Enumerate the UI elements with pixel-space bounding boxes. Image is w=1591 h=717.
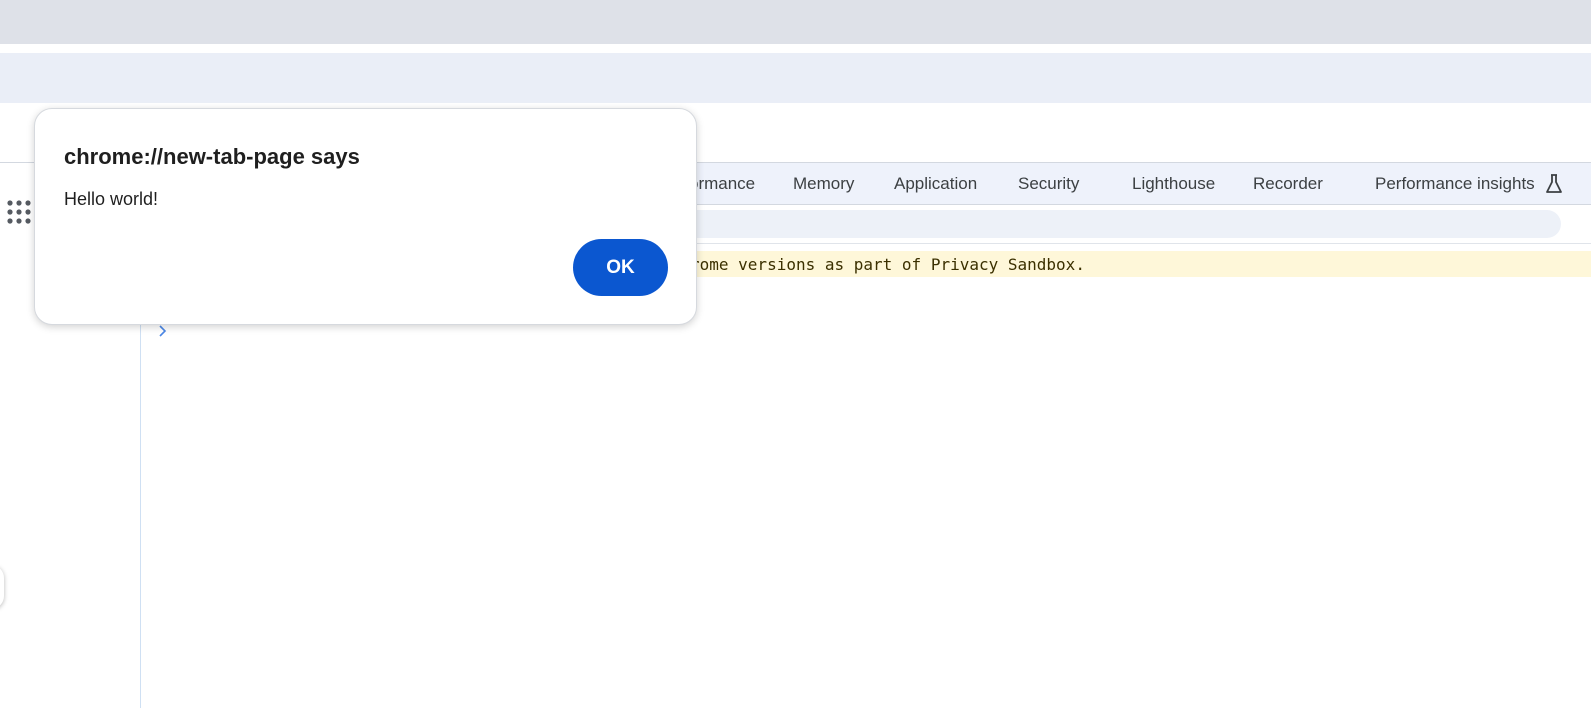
tab-recorder[interactable]: Recorder	[1253, 163, 1323, 204]
side-panel-toggle[interactable]	[0, 565, 4, 609]
tab-performance-insights[interactable]: Performance insights	[1375, 163, 1535, 204]
ok-button[interactable]: OK	[573, 239, 668, 296]
browser-toolbar	[0, 53, 1591, 103]
tab-performance[interactable]: ormance	[689, 163, 755, 204]
warning-text: rome versions as part of Privacy Sandbox…	[690, 255, 1085, 274]
grip-dots-icon[interactable]	[6, 199, 32, 225]
dialog-title: chrome://new-tab-page says	[64, 144, 360, 169]
tab-security[interactable]: Security	[1018, 163, 1079, 204]
alert-dialog: chrome://new-tab-page says Hello world! …	[34, 108, 697, 325]
tab-lighthouse[interactable]: Lighthouse	[1132, 163, 1215, 204]
browser-tabstrip	[0, 0, 1591, 44]
tab-memory[interactable]: Memory	[793, 163, 854, 204]
dialog-message: Hello world!	[64, 189, 159, 209]
flask-icon	[1546, 174, 1562, 193]
tab-application[interactable]: Application	[894, 163, 977, 204]
browser-window: ormance Memory Application Security Ligh…	[0, 0, 1591, 717]
